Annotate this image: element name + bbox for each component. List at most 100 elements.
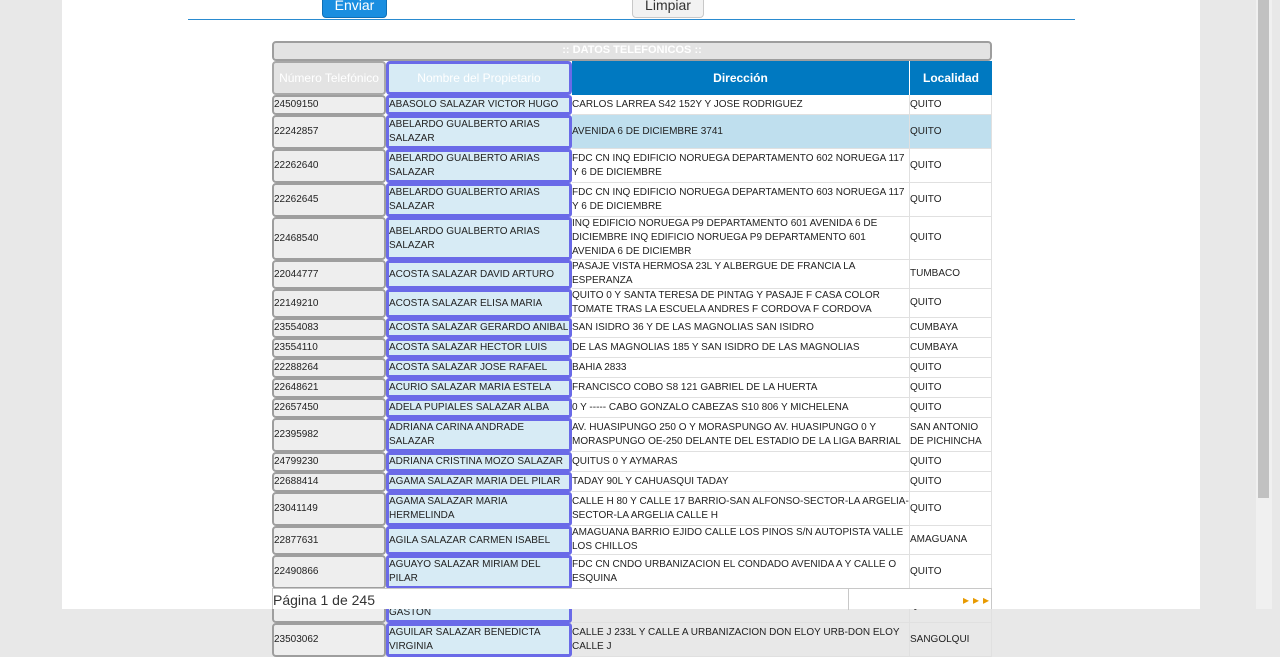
owner-cell: ABELARDO GUALBERTO ARIAS SALAZAR [386,217,572,260]
table-row[interactable]: 22288264 ACOSTA SALAZAR JOSE RAFAEL BAHIA … [272,358,993,378]
header-owner[interactable]: Nombre del Propietario [386,61,572,95]
table-row[interactable]: 22688414 AGAMA SALAZAR MARIA DEL PILAR TAD… [272,472,993,492]
address-cell: FRANCISCO COBO S8 121 GABRIEL DE LA HUER… [572,378,910,398]
locality-cell: AMAGUANA [910,526,993,555]
scrollbar-thumb[interactable] [1258,0,1269,498]
phone-cell: 23503062 [272,623,386,657]
address-cell: CALLE J 233L Y CALLE A URBANIZACION DON … [572,623,910,657]
address-cell: AVENIDA 6 DE DICIEMBRE 3741 [572,115,910,149]
owner-cell: AGILA SALAZAR CARMEN ISABEL [386,526,572,555]
locality-cell: QUITO [910,398,993,418]
address-cell: QUITO 0 Y SANTA TERESA DE PINTAG Y PASAJ… [572,289,910,318]
phone-cell: 23554083 [272,318,386,338]
address-cell: BAHIA 2833 [572,358,910,378]
locality-cell: QUITO [910,183,993,217]
locality-cell: CUMBAYA [910,338,993,358]
address-cell: FDC CN INQ EDIFICIO NORUEGA DEPARTAMENTO… [572,183,910,217]
phone-cell: 24509150 [272,95,386,115]
table-row[interactable]: 22657450 ADELA PUPIALES SALAZAR ALBA 0 Y -… [272,398,993,418]
owner-cell: ABELARDO GUALBERTO ARIAS SALAZAR [386,115,572,149]
owner-cell: ADRIANA CARINA ANDRADE SALAZAR [386,418,572,452]
owner-cell: ADELA PUPIALES SALAZAR ALBA [386,398,572,418]
owner-cell: ACOSTA SALAZAR GERARDO ANIBAL [386,318,572,338]
table-row[interactable]: 22490866 AGUAYO SALAZAR MIRIAM DEL PILAR F… [272,555,993,589]
table-row[interactable]: 22044777 ACOSTA SALAZAR DAVID ARTURO PASAJ… [272,260,993,289]
address-cell: 0 Y ----- CABO GONZALO CABEZAS S10 806 Y… [572,398,910,418]
owner-cell: ACOSTA SALAZAR ELISA MARIA [386,289,572,318]
phone-cell: 22044777 [272,260,386,289]
phone-cell: 23554110 [272,338,386,358]
owner-cell: AGUAYO SALAZAR MIRIAM DEL PILAR [386,555,572,589]
pager-divider [848,589,849,610]
locality-cell: TUMBACO [910,260,993,289]
divider [188,19,1075,20]
table-row[interactable]: 22648621 ACURIO SALAZAR MARIA ESTELA FRANC… [272,378,993,398]
owner-cell: ABASOLO SALAZAR VICTOR HUGO [386,95,572,115]
locality-cell: QUITO [910,217,993,260]
table-row[interactable]: 23041149 AGAMA SALAZAR MARIA HERMELINDA CA… [272,492,993,526]
submit-button[interactable]: Enviar [322,0,387,18]
table-row[interactable]: 22395982 ADRIANA CARINA ANDRADE SALAZAR AV… [272,418,993,452]
header-locality[interactable]: Localidad [910,61,993,95]
phone-cell: 22262640 [272,149,386,183]
locality-cell: QUITO [910,492,993,526]
owner-cell: ADRIANA CRISTINA MOZO SALAZAR [386,452,572,472]
next-arrow-icon[interactable]: ▸ [963,593,973,607]
phone-cell: 22262645 [272,183,386,217]
owner-cell: ABELARDO GUALBERTO ARIAS SALAZAR [386,183,572,217]
address-cell: CARLOS LARREA S42 152Y Y JOSE RODRIGUEZ [572,95,910,115]
address-cell: FDC CN CNDO URBANIZACION EL CONDADO AVEN… [572,555,910,589]
address-cell: PASAJE VISTA HERMOSA 23L Y ALBERGUE DE F… [572,260,910,289]
phone-cell: 22490866 [272,555,386,589]
table-row[interactable]: 22468540 ABELARDO GUALBERTO ARIAS SALAZAR… [272,217,993,260]
vertical-scrollbar[interactable] [1256,0,1272,609]
locality-cell: QUITO [910,149,993,183]
table-row[interactable]: 23503062 AGUILAR SALAZAR BENEDICTA VIRGIN… [272,623,993,657]
table-row[interactable]: 22149210 ACOSTA SALAZAR ELISA MARIA QUITO … [272,289,993,318]
locality-cell: QUITO [910,452,993,472]
table-caption: :: DATOS TELEFONICOS :: [272,41,993,61]
table-row[interactable]: 22242857 ABELARDO GUALBERTO ARIAS SALAZAR… [272,115,993,149]
phone-cell: 22688414 [272,472,386,492]
table-row[interactable]: 23554083 ACOSTA SALAZAR GERARDO ANIBAL SAN… [272,318,993,338]
locality-cell: QUITO [910,95,993,115]
phone-data-table: :: DATOS TELEFONICOS :: Número Telefónic… [272,41,993,657]
owner-cell: AGAMA SALAZAR MARIA HERMELINDA [386,492,572,526]
address-cell: SAN ISIDRO 36 Y DE LAS MAGNOLIAS SAN ISI… [572,318,910,338]
table-row[interactable]: 24509150 ABASOLO SALAZAR VICTOR HUGO CARLO… [272,95,993,115]
table-row[interactable]: 22877631 AGILA SALAZAR CARMEN ISABEL AMAGU… [272,526,993,555]
phone-cell: 22657450 [272,398,386,418]
address-cell: TADAY 90L Y CAHUASQUI TADAY [572,472,910,492]
phone-cell: 22288264 [272,358,386,378]
table-row[interactable]: 24799230 ADRIANA CRISTINA MOZO SALAZAR QUI… [272,452,993,472]
address-cell: QUITUS 0 Y AYMARAS [572,452,910,472]
locality-cell: QUITO [910,289,993,318]
page-indicator: Página 1 de 245 [273,592,375,608]
owner-cell: ACOSTA SALAZAR DAVID ARTURO [386,260,572,289]
phone-cell: 22877631 [272,526,386,555]
last-page-icon[interactable]: ▸▸ [973,593,993,607]
locality-cell: QUITO [910,358,993,378]
phone-cell: 22395982 [272,418,386,452]
locality-cell: CUMBAYA [910,318,993,338]
owner-cell: AGAMA SALAZAR MARIA DEL PILAR [386,472,572,492]
phone-cell: 22468540 [272,217,386,260]
owner-cell: ACURIO SALAZAR MARIA ESTELA [386,378,572,398]
table-row[interactable]: 22262640 ABELARDO GUALBERTO ARIAS SALAZAR… [272,149,993,183]
table-row[interactable]: 22262645 ABELARDO GUALBERTO ARIAS SALAZAR… [272,183,993,217]
phone-cell: 22149210 [272,289,386,318]
address-cell: INQ EDIFICIO NORUEGA P9 DEPARTAMENTO 601… [572,217,910,260]
header-phone[interactable]: Número Telefónico [272,61,386,95]
locality-cell: QUITO [910,378,993,398]
header-address[interactable]: Dirección [572,61,910,95]
phone-cell: 23041149 [272,492,386,526]
clear-button[interactable]: Limpiar [632,0,704,18]
owner-cell: ACOSTA SALAZAR HECTOR LUIS [386,338,572,358]
owner-cell: ACOSTA SALAZAR JOSE RAFAEL [386,358,572,378]
address-cell: CALLE H 80 Y CALLE 17 BARRIO-SAN ALFONSO… [572,492,910,526]
pager-bar: Página 1 de 245 ▸▸▸ [272,588,993,610]
phone-cell: 22648621 [272,378,386,398]
table-row[interactable]: 23554110 ACOSTA SALAZAR HECTOR LUIS DE LAS… [272,338,993,358]
phone-cell: 24799230 [272,452,386,472]
address-cell: AMAGUANA BARRIO EJIDO CALLE LOS PINOS S/… [572,526,910,555]
